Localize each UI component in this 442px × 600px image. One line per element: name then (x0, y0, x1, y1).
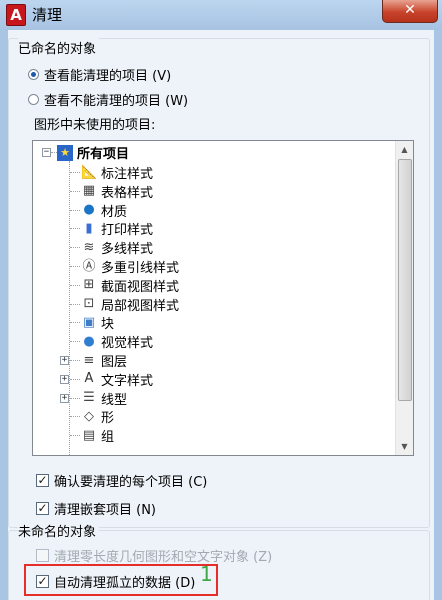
tree-item-label: 材质 (101, 204, 128, 220)
tree-item[interactable]: ≡ 图层 (81, 351, 128, 371)
tree-label: 图形中未使用的项目: (34, 118, 156, 133)
expand-icon[interactable]: + (60, 356, 69, 365)
tree-item-label: 截面视图样式 (101, 279, 180, 295)
tree-item-label: 形 (101, 411, 115, 427)
tree-item-label: 多线样式 (101, 242, 154, 258)
tree-item[interactable]: ▣ 块 (81, 313, 115, 333)
tree-connector (70, 190, 80, 192)
confirm-each-checkbox[interactable]: ✓ 确认要清理的每个项目 (C) (36, 470, 207, 490)
text-style-icon: A (84, 371, 94, 387)
visual-style-icon: ● (83, 333, 95, 349)
unchecked-icon (36, 548, 49, 562)
tree-item-label: 线型 (101, 392, 128, 408)
dimension-style-icon: 📐 (81, 164, 98, 180)
annotation-highlight (24, 564, 218, 596)
view-nonpurgeable-label: 查看不能清理的项目 (W) (44, 93, 189, 109)
tree-root-item[interactable]: ★ 所有项目 (57, 143, 129, 162)
tree-item-label: 表格样式 (101, 185, 154, 201)
named-objects-title: 已命名的对象 (18, 38, 100, 57)
autocad-logo-icon[interactable]: A (6, 4, 26, 26)
tree-item[interactable]: ▦ 表格样式 (81, 182, 153, 201)
purge-zero-length-label: 清理零长度几何图形和空文字对象 (Z) (54, 549, 273, 565)
checked-icon: ✓ (36, 472, 49, 487)
layer-icon: ≡ (83, 352, 95, 368)
group-icon: ▤ (82, 427, 96, 443)
tree-connector (70, 435, 80, 437)
table-style-icon: ▦ (82, 183, 96, 199)
tree-item-label: 组 (101, 430, 115, 446)
collapse-icon[interactable]: − (42, 148, 51, 157)
expand-icon[interactable]: + (60, 374, 69, 384)
tree-item[interactable]: A 文字样式 (81, 370, 153, 389)
tree-item-label: 局部视图样式 (101, 298, 180, 314)
close-button[interactable]: ✕ (382, 0, 438, 23)
tree-connector (69, 161, 70, 455)
tree-item[interactable]: ▤ 组 (81, 426, 115, 446)
tree-item[interactable]: ⊞ 截面视图样式 (81, 276, 179, 295)
tree-item-label: 视觉样式 (101, 336, 154, 352)
block-icon: ▣ (82, 314, 96, 330)
scroll-down-icon[interactable]: ▼ (396, 438, 413, 455)
expand-icon[interactable]: + (60, 393, 69, 403)
title-bar: A 清理 ✕ (0, 0, 442, 30)
view-nonpurgeable-radio[interactable]: 查看不能清理的项目 (W) (28, 89, 188, 109)
tree-connector (70, 266, 80, 267)
tree-item-label: 多重引线样式 (101, 261, 180, 276)
tree-item-label: 打印样式 (101, 223, 154, 239)
purge-nested-checkbox[interactable]: ✓ 清理嵌套项目 (N) (36, 498, 156, 518)
purge-zero-length-checkbox[interactable]: 清理零长度几何图形和空文字对象 (Z) (36, 545, 272, 565)
unused-items-tree[interactable]: ▲ ▼ − ★ 所有项目 📐 标注样式 ▦ 表格样式 ● 材质 ▮ 打印样式 ≋ 多线样式 Ⓐ 多重引线样式… (32, 140, 414, 456)
tree-root-label: 所有项目 (77, 147, 130, 162)
all-items-icon: ★ (57, 144, 73, 161)
tree-item-label: 标注样式 (101, 167, 154, 182)
tree-item[interactable]: ≋ 多线样式 (81, 238, 154, 258)
confirm-each-label: 确认要清理的每个项目 (C) (54, 474, 208, 490)
tree-connector (70, 284, 80, 286)
tree-scrollbar[interactable]: ▲ ▼ (395, 141, 413, 455)
tree-item[interactable]: ● 材质 (81, 201, 127, 220)
tree-item[interactable]: ● 视觉样式 (81, 332, 154, 352)
tree-item-label: 图层 (101, 355, 128, 370)
scroll-thumb[interactable] (398, 159, 412, 401)
view-purgeable-radio[interactable]: 查看能清理的项目 (V) (28, 64, 171, 84)
multileader-style-icon: Ⓐ (82, 258, 96, 274)
tree-item[interactable]: ⊡ 局部视图样式 (81, 295, 179, 314)
checked-icon: ✓ (36, 500, 49, 515)
radio-selected-icon (28, 68, 39, 80)
tree-connector (70, 397, 80, 399)
radio-unselected-icon (28, 93, 39, 105)
linetype-icon: ☰ (83, 390, 95, 406)
plot-style-icon: ▮ (85, 220, 93, 236)
detail-view-style-icon: ⊡ (83, 296, 95, 312)
tree-connector (70, 172, 80, 173)
view-purgeable-label: 查看能清理的项目 (V) (44, 68, 172, 84)
tree-connector (70, 341, 80, 343)
tree-connector (70, 228, 80, 230)
annotation-number: 1 (200, 562, 213, 586)
tree-connector (70, 322, 80, 324)
tree-item[interactable]: Ⓐ 多重引线样式 (81, 257, 180, 277)
tree-connector (70, 416, 80, 418)
tree-connector (70, 247, 80, 249)
dialog-body: 已命名的对象 查看能清理的项目 (V) 查看不能清理的项目 (W) 图形中未使用… (8, 30, 434, 600)
unnamed-objects-title: 未命名的对象 (18, 521, 100, 540)
tree-item[interactable]: ▮ 打印样式 (81, 219, 154, 239)
dialog-title: 清理 (32, 6, 63, 24)
tree-item-label: 文字样式 (101, 373, 154, 389)
tree-item-label: 块 (101, 317, 115, 333)
tree-connector (70, 378, 80, 380)
tree-connector (70, 303, 80, 305)
tree-item[interactable]: 📐 标注样式 (81, 163, 154, 183)
tree-item[interactable]: ☰ 线型 (81, 389, 127, 408)
tree-connector (70, 209, 80, 211)
multiline-style-icon: ≋ (83, 239, 95, 255)
purge-nested-label: 清理嵌套项目 (N) (54, 502, 157, 518)
tree-connector (70, 360, 80, 361)
material-icon: ● (83, 202, 95, 218)
tree-item[interactable]: ◇ 形 (81, 407, 115, 427)
shape-icon: ◇ (84, 408, 94, 424)
scroll-up-icon[interactable]: ▲ (396, 141, 413, 158)
section-view-style-icon: ⊞ (83, 277, 95, 293)
